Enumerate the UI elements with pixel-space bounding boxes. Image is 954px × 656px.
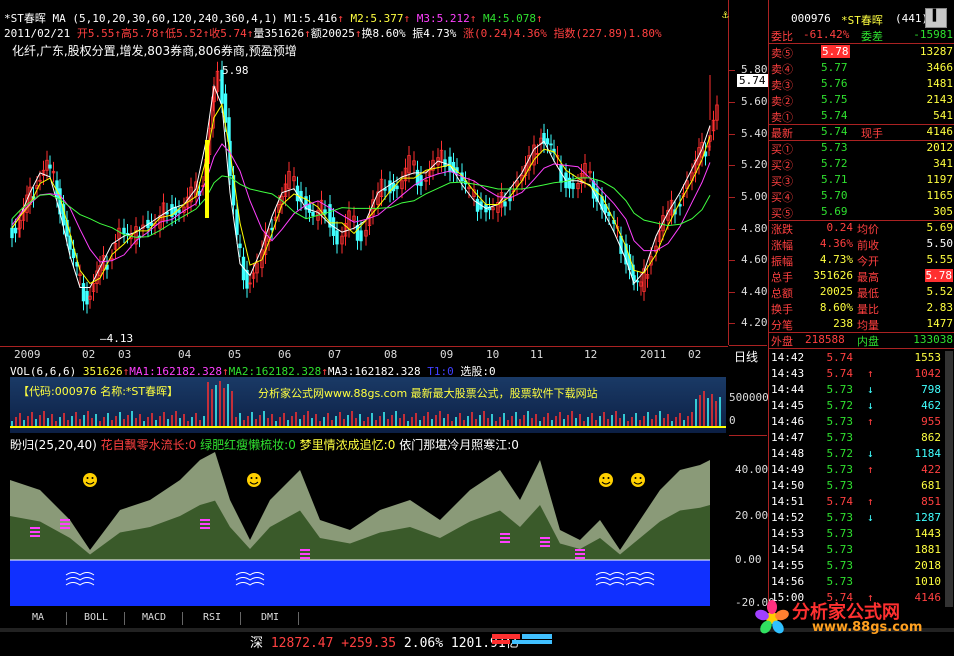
flower-icon [754, 600, 790, 636]
smiley-icon [599, 473, 613, 487]
time-tick: 02 [82, 348, 96, 361]
price-axis: 5.80 5.60 5.40 5.20 5.00 4.80 4.60 4.40 4.20 5.74… [729, 0, 775, 609]
kline-chart[interactable]: *ST春晖 MA (5,10,20,30,60,120,240,360,4,1)… [0, 0, 729, 345]
bid-level: 买① 5.73 2012 [771, 141, 953, 156]
low-label: —4.13 [100, 332, 134, 345]
time-tick: 2009 [14, 348, 41, 361]
tick-row: 14:51 5.74 ↑ 851 [771, 495, 941, 508]
stat-row: 振幅 4.73% 今开 5.55 [771, 253, 953, 268]
time-tick: 10 [486, 348, 500, 361]
vol-tick: 500000 [729, 391, 769, 404]
volume-panel[interactable]: 【代码:000976 名称:*ST春晖】 分析家公式网www.88gs.com … [0, 377, 728, 435]
bid-level: 买② 5.72 341 [771, 157, 953, 172]
smiley-icon [83, 473, 97, 487]
tick-row: 14:44 5.73 ↓ 798 [771, 383, 941, 396]
price-tick: 4.60 [741, 253, 768, 266]
tick-row: 14:49 5.73 ↑ 422 [771, 463, 941, 476]
quote-panel: 000976 *ST春晖 (441) ▌ 委比 -61.42% 委差 -15981 卖⑤… [768, 0, 954, 608]
webi-row: 委比 -61.42% 委差 -15981 [771, 28, 953, 43]
tick-row: 14:52 5.73 ↓ 1287 [771, 511, 941, 524]
ask-level: 卖② 5.75 2143 [771, 93, 953, 108]
price-tick: 5.40 [741, 127, 768, 140]
vol-tick: 0 [729, 414, 736, 427]
time-axis: 2009 02 03 04 05 06 07 08 09 10 11 12 2011 02 [0, 346, 728, 363]
tab-rsi[interactable]: RSI [184, 612, 241, 625]
tick-row: 14:47 5.73 862 [771, 431, 941, 444]
tab-boll[interactable]: BOLL [68, 612, 125, 625]
tick-row: 14:53 5.73 1443 [771, 527, 941, 540]
indicator-tick: 0.00 [735, 553, 762, 566]
smiley-icon [631, 473, 645, 487]
time-tick: 05 [228, 348, 242, 361]
indicator-panel[interactable] [0, 450, 728, 608]
price-tick: 5.20 [741, 158, 768, 171]
price-tick: 5.00 [741, 190, 768, 203]
tick-row: 14:43 5.74 ↑ 1042 [771, 367, 941, 380]
time-tick: 08 [384, 348, 398, 361]
smiley-icon [247, 473, 261, 487]
time-tick: 2011 [640, 348, 667, 361]
indicator-tick: 20.00 [735, 509, 769, 522]
bid-level: 买④ 5.70 1165 [771, 189, 953, 204]
promo-text: 分析家公式网www.88gs.com 最新最大股票公式，股票软件下载网站 [258, 387, 598, 400]
price-tick: 5.60 [741, 95, 768, 108]
index-value: 12872.47 [270, 636, 334, 651]
tab-ma[interactable]: MA [10, 612, 67, 625]
time-tick: 03 [118, 348, 132, 361]
tick-row: 14:46 5.73 ↑ 955 [771, 415, 941, 428]
market-label: 深 [250, 636, 264, 651]
close-icon[interactable]: ▌ [925, 8, 947, 28]
price-tick: 4.80 [741, 222, 768, 235]
time-tick: 07 [328, 348, 342, 361]
high-label: 5.98 [222, 64, 249, 77]
time-tick: 06 [278, 348, 292, 361]
code-line: 【代码:000976 名称:*ST春晖】 [18, 385, 179, 398]
tick-row: 14:55 5.73 2018 [771, 559, 941, 572]
latest-row: 最新 5.74 现手 4146 [771, 125, 953, 140]
tick-row: 14:50 5.73 681 [771, 479, 941, 492]
tick-row: 14:54 5.73 1881 [771, 543, 941, 556]
tab-dmi[interactable]: DMI [242, 612, 299, 625]
bid-level: 买⑤ 5.69 305 [771, 205, 953, 220]
market-breadth-bar [492, 634, 552, 644]
tick-row: 14:48 5.72 ↓ 1184 [771, 447, 941, 460]
price-tick: 4.40 [741, 285, 768, 298]
stat-row: 涨跌 0.24 均价 5.69 [771, 221, 953, 236]
stat-row: 总手 351626 最高 5.78 [771, 269, 953, 284]
indicator-tabs: MA BOLL MACD RSI DMI [0, 612, 320, 626]
time-tick: 12 [584, 348, 598, 361]
ask-level: 卖① 5.74 541 [771, 109, 953, 124]
current-price-marker: 5.74 [737, 74, 768, 87]
ask-level: 卖④ 5.77 3466 [771, 61, 953, 76]
stat-row: 换手 8.60% 量比 2.83 [771, 301, 953, 316]
ask-level: 卖⑤ 5.78 13287 [771, 45, 953, 60]
time-tick: 04 [178, 348, 192, 361]
quote-title: 000976 *ST春晖 (441) ▌ [769, 8, 954, 28]
tick-row: 14:42 5.74 1553 [771, 351, 941, 364]
time-tick: 09 [440, 348, 454, 361]
time-tick: 02 [688, 348, 702, 361]
tick-row: 14:45 5.72 ↓ 462 [771, 399, 941, 412]
stat-row: 涨幅 4.36% 前收 5.50 [771, 237, 953, 252]
outer-inner-row: 外盘 218588 内盘 133038 [771, 333, 953, 348]
price-tick: 4.20 [741, 316, 768, 329]
tab-macd[interactable]: MACD [126, 612, 183, 625]
tick-row: 14:56 5.73 1010 [771, 575, 941, 588]
tick-scrollbar[interactable] [945, 351, 953, 607]
indicator-tick: 40.00 [735, 463, 769, 476]
watermark-logo: 分析家公式网 www.88gs.com [752, 596, 952, 640]
candlestick-area [10, 60, 719, 314]
stat-row: 分笔 238 均量 1477 [771, 317, 953, 332]
time-tick: 11 [530, 348, 544, 361]
stat-row: 总额 20025 最低 5.52 [771, 285, 953, 300]
bid-level: 买③ 5.71 1197 [771, 173, 953, 188]
ask-level: 卖③ 5.76 1481 [771, 77, 953, 92]
